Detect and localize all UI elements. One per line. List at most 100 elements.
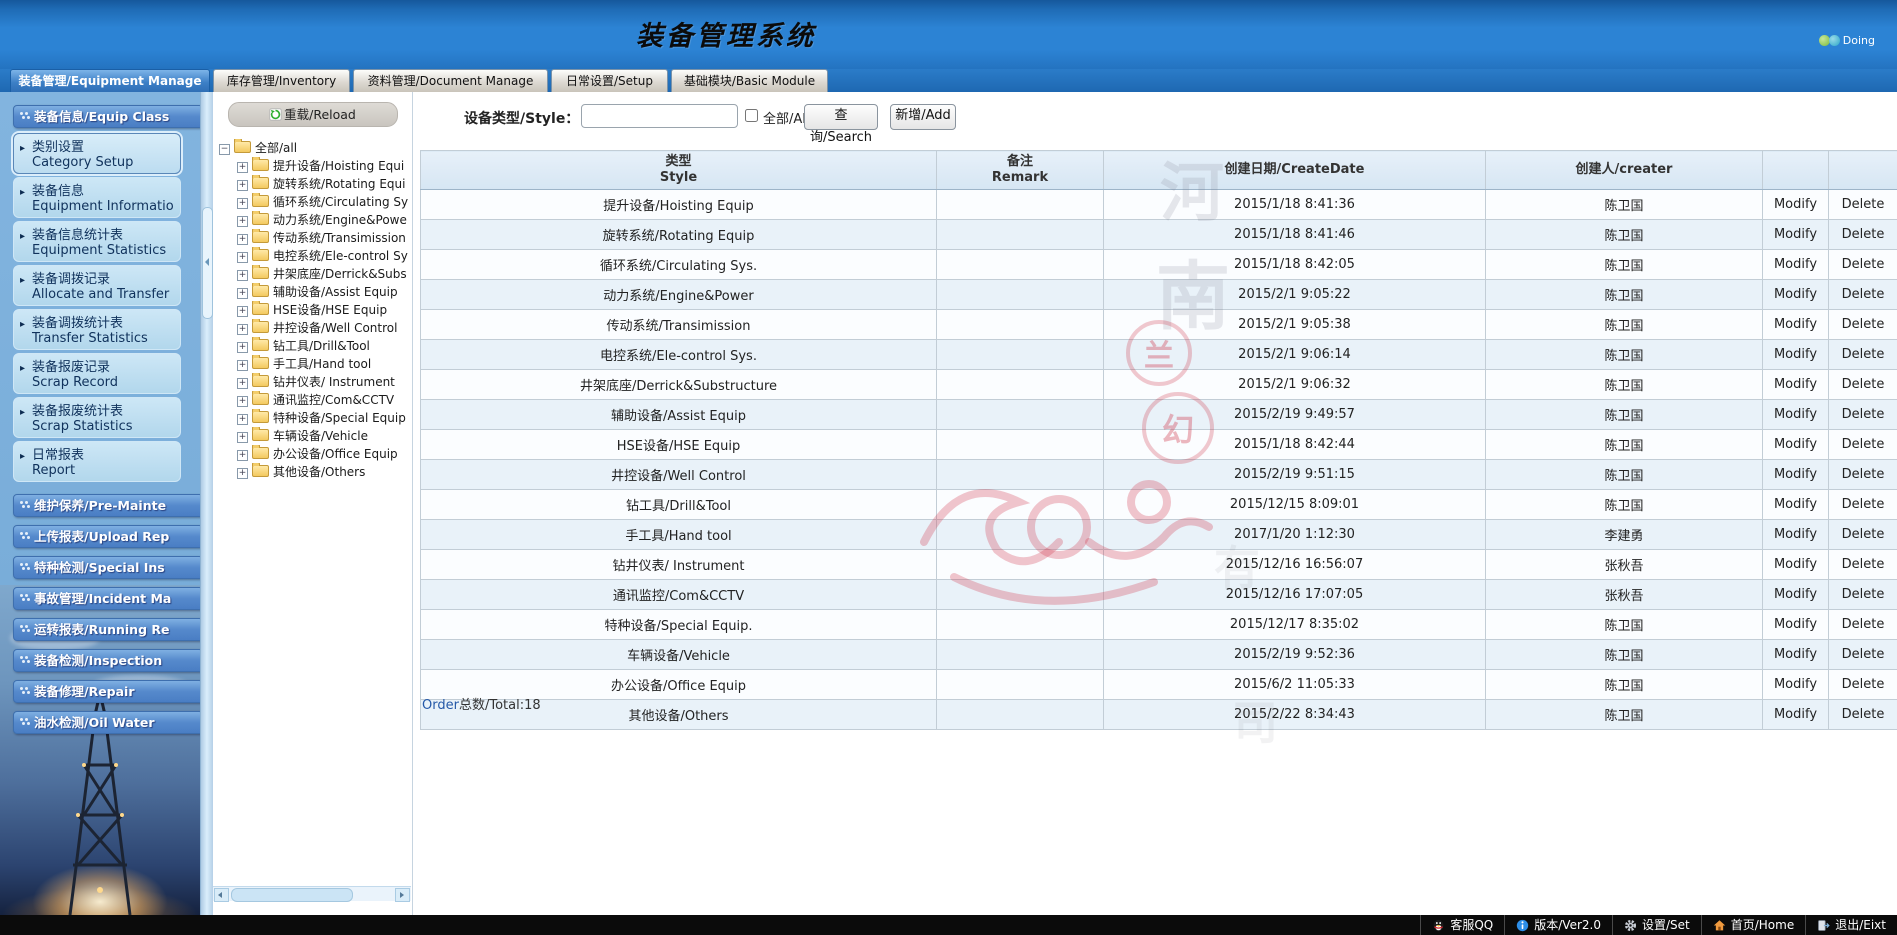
modify-link[interactable]: Modify bbox=[1763, 280, 1829, 310]
expand-icon[interactable] bbox=[237, 234, 248, 245]
expand-icon[interactable] bbox=[237, 450, 248, 461]
expand-icon[interactable] bbox=[237, 360, 248, 371]
delete-link[interactable]: Delete bbox=[1829, 520, 1897, 550]
sidebar-item-report[interactable]: 日常报表 Report bbox=[13, 441, 181, 482]
all-checkbox[interactable] bbox=[745, 109, 758, 122]
tab-setup[interactable]: 日常设置/Setup bbox=[551, 69, 668, 92]
modify-link[interactable]: Modify bbox=[1763, 700, 1829, 730]
tab-basic-module[interactable]: 基础模块/Basic Module bbox=[671, 69, 828, 92]
delete-link[interactable]: Delete bbox=[1829, 340, 1897, 370]
tree-node[interactable]: 井控设备/Well Control bbox=[213, 319, 412, 337]
delete-link[interactable]: Delete bbox=[1829, 580, 1897, 610]
delete-link[interactable]: Delete bbox=[1829, 460, 1897, 490]
sidebar-section-repair[interactable]: 装备修理/Repair bbox=[13, 680, 200, 703]
delete-link[interactable]: Delete bbox=[1829, 670, 1897, 700]
order-link[interactable]: Order bbox=[422, 698, 459, 713]
sidebar-item-equipment-information[interactable]: 装备信息 Equipment Informatio bbox=[13, 177, 181, 218]
tree-horizontal-scrollbar[interactable] bbox=[213, 886, 411, 901]
statusbar-version[interactable]: 版本/Ver2.0 bbox=[1504, 915, 1612, 935]
sidebar-item-scrap-record[interactable]: 装备报废记录 Scrap Record bbox=[13, 353, 181, 394]
tree-node[interactable]: 传动系统/Transimission bbox=[213, 229, 412, 247]
delete-link[interactable]: Delete bbox=[1829, 250, 1897, 280]
delete-link[interactable]: Delete bbox=[1829, 280, 1897, 310]
tree-node[interactable]: 车辆设备/Vehicle bbox=[213, 427, 412, 445]
tree-node[interactable]: 其他设备/Others bbox=[213, 463, 412, 481]
sidebar-section-equip-class[interactable]: 装备信息/Equip Class bbox=[13, 105, 200, 128]
delete-link[interactable]: Delete bbox=[1829, 550, 1897, 580]
tree-node-root[interactable]: 全部/all bbox=[213, 139, 412, 157]
modify-link[interactable]: Modify bbox=[1763, 430, 1829, 460]
modify-link[interactable]: Modify bbox=[1763, 400, 1829, 430]
expand-icon[interactable] bbox=[237, 414, 248, 425]
expand-icon[interactable] bbox=[237, 378, 248, 389]
delete-link[interactable]: Delete bbox=[1829, 640, 1897, 670]
tree-node[interactable]: 辅助设备/Assist Equip bbox=[213, 283, 412, 301]
delete-link[interactable]: Delete bbox=[1829, 190, 1897, 220]
tree-node[interactable]: 动力系统/Engine&Powe bbox=[213, 211, 412, 229]
reload-button[interactable]: 重载/Reload bbox=[228, 102, 398, 127]
sidebar-section-special-inspection[interactable]: 特种检测/Special Ins bbox=[13, 556, 200, 579]
expand-icon[interactable] bbox=[237, 288, 248, 299]
tab-document-manage[interactable]: 资料管理/Document Manage bbox=[353, 69, 548, 92]
tree-node[interactable]: 循环系统/Circulating Sy bbox=[213, 193, 412, 211]
modify-link[interactable]: Modify bbox=[1763, 610, 1829, 640]
modify-link[interactable]: Modify bbox=[1763, 370, 1829, 400]
tree-node[interactable]: 通讯监控/Com&CCTV bbox=[213, 391, 412, 409]
modify-link[interactable]: Modify bbox=[1763, 580, 1829, 610]
scroll-right-arrow[interactable] bbox=[395, 888, 410, 902]
delete-link[interactable]: Delete bbox=[1829, 700, 1897, 730]
expand-icon[interactable] bbox=[237, 342, 248, 353]
sidebar-item-transfer-statistics[interactable]: 装备调拨统计表 Transfer Statistics bbox=[13, 309, 181, 350]
expand-icon[interactable] bbox=[237, 432, 248, 443]
expand-icon[interactable] bbox=[237, 270, 248, 281]
sidebar-section-incident-manage[interactable]: 事故管理/Incident Ma bbox=[13, 587, 200, 610]
sidebar-section-oil-water[interactable]: 油水检测/Oil Water bbox=[13, 711, 200, 734]
tree-node[interactable]: 提升设备/Hoisting Equi bbox=[213, 157, 412, 175]
style-search-input[interactable] bbox=[581, 104, 738, 128]
modify-link[interactable]: Modify bbox=[1763, 190, 1829, 220]
delete-link[interactable]: Delete bbox=[1829, 430, 1897, 460]
collapse-icon[interactable] bbox=[219, 144, 230, 155]
search-button[interactable]: 查询/Search bbox=[804, 104, 878, 130]
sidebar-item-scrap-statistics[interactable]: 装备报废统计表 Scrap Statistics bbox=[13, 397, 181, 438]
delete-link[interactable]: Delete bbox=[1829, 490, 1897, 520]
tree-node[interactable]: 钻井仪表/ Instrument bbox=[213, 373, 412, 391]
expand-icon[interactable] bbox=[237, 252, 248, 263]
tree-node[interactable]: 旋转系统/Rotating Equi bbox=[213, 175, 412, 193]
expand-icon[interactable] bbox=[237, 216, 248, 227]
modify-link[interactable]: Modify bbox=[1763, 340, 1829, 370]
delete-link[interactable]: Delete bbox=[1829, 610, 1897, 640]
tree-node[interactable]: 手工具/Hand tool bbox=[213, 355, 412, 373]
sidebar-item-category-setup[interactable]: 类别设置 Category Setup bbox=[13, 133, 181, 174]
sidebar-item-allocate-transfer[interactable]: 装备调拨记录 Allocate and Transfer bbox=[13, 265, 181, 306]
scroll-left-arrow[interactable] bbox=[214, 888, 229, 902]
modify-link[interactable]: Modify bbox=[1763, 250, 1829, 280]
modify-link[interactable]: Modify bbox=[1763, 550, 1829, 580]
delete-link[interactable]: Delete bbox=[1829, 400, 1897, 430]
expand-icon[interactable] bbox=[237, 306, 248, 317]
statusbar-qq-service[interactable]: 客服QQ bbox=[1420, 915, 1504, 935]
tree-node[interactable]: HSE设备/HSE Equip bbox=[213, 301, 412, 319]
delete-link[interactable]: Delete bbox=[1829, 370, 1897, 400]
tree-node[interactable]: 钻工具/Drill&Tool bbox=[213, 337, 412, 355]
expand-icon[interactable] bbox=[237, 468, 248, 479]
expand-icon[interactable] bbox=[237, 396, 248, 407]
expand-icon[interactable] bbox=[237, 180, 248, 191]
modify-link[interactable]: Modify bbox=[1763, 220, 1829, 250]
expand-icon[interactable] bbox=[237, 324, 248, 335]
modify-link[interactable]: Modify bbox=[1763, 490, 1829, 520]
delete-link[interactable]: Delete bbox=[1829, 310, 1897, 340]
modify-link[interactable]: Modify bbox=[1763, 310, 1829, 340]
expand-icon[interactable] bbox=[237, 198, 248, 209]
tab-equipment-manage[interactable]: 装备管理/Equipment Manage bbox=[10, 69, 210, 93]
delete-link[interactable]: Delete bbox=[1829, 220, 1897, 250]
tree-node[interactable]: 井架底座/Derrick&Subs bbox=[213, 265, 412, 283]
sidebar-section-upload-report[interactable]: 上传报表/Upload Rep bbox=[13, 525, 200, 548]
modify-link[interactable]: Modify bbox=[1763, 460, 1829, 490]
scrollbar-thumb[interactable] bbox=[231, 888, 353, 902]
sidebar-section-inspection[interactable]: 装备检测/Inspection bbox=[13, 649, 200, 672]
modify-link[interactable]: Modify bbox=[1763, 670, 1829, 700]
tree-node[interactable]: 办公设备/Office Equip bbox=[213, 445, 412, 463]
tab-inventory[interactable]: 库存管理/Inventory bbox=[213, 69, 350, 92]
sidebar-item-equipment-statistics[interactable]: 装备信息统计表 Equipment Statistics bbox=[13, 221, 181, 262]
